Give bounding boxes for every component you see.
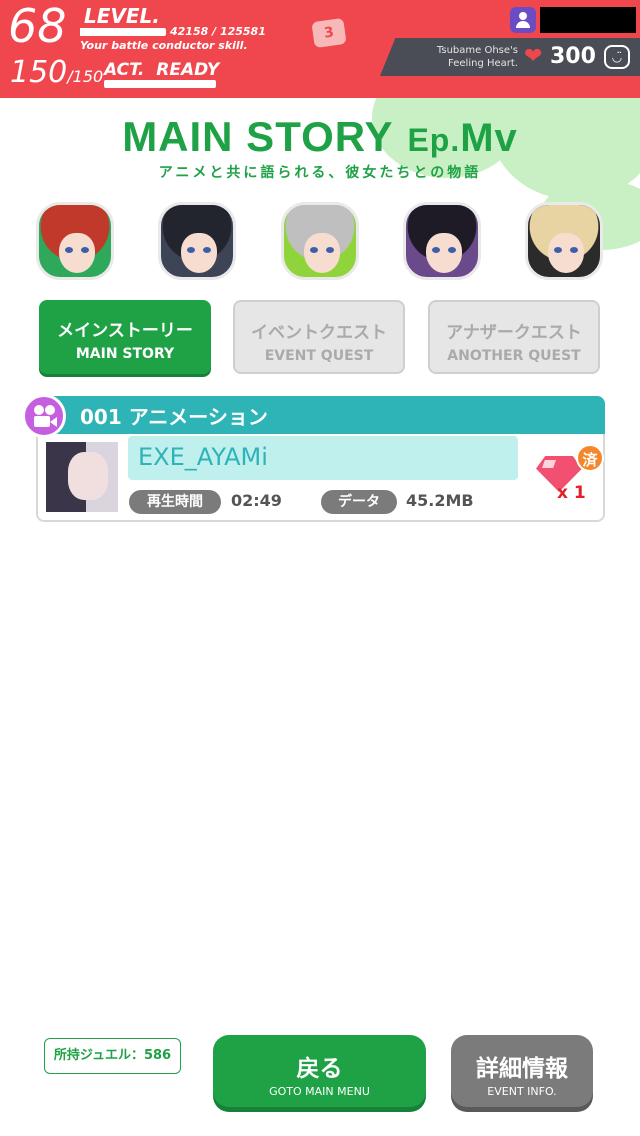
tab-another-quest-jp: アナザークエスト [446, 323, 582, 343]
level-label: LEVEL. [84, 4, 160, 28]
title-main: MAIN STORY [122, 113, 393, 160]
back-button-jp: 戻る [296, 1056, 343, 1082]
tab-event-quest[interactable]: イベントクエスト EVENT QUEST [233, 300, 405, 374]
exp-text: 42158 / 125581 [170, 25, 266, 38]
heart-icon: ❤ [524, 44, 543, 69]
jewel-balance: 所持ジュエル：586 [44, 1038, 181, 1074]
act-current: 150 [10, 55, 68, 90]
tab-main-story[interactable]: メインストーリー MAIN STORY [39, 300, 211, 374]
tab-main-story-jp: メインストーリー [57, 321, 193, 341]
act-value: 150/150 [10, 56, 103, 94]
ribbon-badge: 3 [311, 17, 347, 49]
jewel-reward-count: x 1 [557, 483, 586, 503]
heart-caption: Tsubame Ohse's Feeling Heart. [418, 44, 518, 70]
skill-caption: Your battle conductor skill. [80, 39, 248, 52]
video-camera-icon [22, 394, 66, 438]
tab-main-story-en: MAIN STORY [75, 346, 175, 362]
portrait-5[interactable] [525, 202, 603, 280]
story-card-title: 001 アニメーション [80, 405, 268, 429]
story-card-header: 001 アニメーション [36, 396, 605, 434]
claimed-badge: 済 [576, 444, 604, 472]
title-ep: Ep. [407, 122, 461, 158]
tab-event-quest-jp: イベントクエスト [251, 323, 387, 343]
act-bar [104, 80, 216, 88]
portrait-2[interactable] [158, 202, 236, 280]
act-status: READY [156, 60, 220, 80]
story-name-box: EXE_AYAMi [128, 436, 518, 480]
heart-caption-line2: Feeling Heart. [448, 58, 518, 69]
play-time-value: 02:49 [231, 491, 282, 510]
status-bar: 68 LEVEL. 42158 / 125581 Your battle con… [0, 0, 640, 98]
back-button-en: GOTO MAIN MENU [269, 1085, 370, 1098]
player-level: 68 [8, 0, 67, 53]
heart-caption-line1: Tsubame Ohse's [436, 45, 518, 56]
page-title: MAIN STORY Ep.Mv [0, 113, 640, 161]
screen: { "header": { "level": "68", "level_labe… [0, 0, 640, 1136]
title-mv: Mv [460, 116, 518, 160]
story-name: EXE_AYAMi [138, 443, 268, 471]
page-subtitle: アニメと共に語られる、彼女たちとの物語 [158, 165, 482, 181]
face-icon[interactable]: ◡̈ [604, 45, 630, 69]
data-size-label: データ [321, 490, 397, 514]
portrait-4[interactable] [403, 202, 481, 280]
exp-bar [80, 28, 166, 36]
portrait-3[interactable] [281, 202, 359, 280]
tab-another-quest-en: ANOTHER QUEST [447, 348, 581, 364]
portrait-1[interactable] [36, 202, 114, 280]
act-label: ACT. READY [104, 60, 219, 80]
event-info-button-jp: 詳細情報 [476, 1056, 568, 1082]
act-max: /150 [67, 67, 104, 86]
back-button[interactable]: 戻る GOTO MAIN MENU [213, 1035, 426, 1107]
user-icon[interactable] [510, 7, 536, 33]
exp-bar-fill [80, 28, 109, 36]
event-info-button-en: EVENT INFO. [487, 1085, 557, 1098]
story-card[interactable]: 001 アニメーション EXE_AYAMi 再生時間 02:49 データ 45.… [22, 394, 605, 522]
user-name-redacted [540, 7, 636, 33]
act-label-text: ACT. [104, 60, 145, 80]
tab-event-quest-en: EVENT QUEST [264, 348, 374, 364]
tab-another-quest[interactable]: アナザークエスト ANOTHER QUEST [428, 300, 600, 374]
event-info-button[interactable]: 詳細情報 EVENT INFO. [451, 1035, 593, 1107]
play-time-label: 再生時間 [129, 490, 221, 514]
data-size-value: 45.2MB [406, 491, 474, 510]
story-thumbnail [46, 442, 118, 512]
heart-count: 300 [550, 44, 596, 69]
